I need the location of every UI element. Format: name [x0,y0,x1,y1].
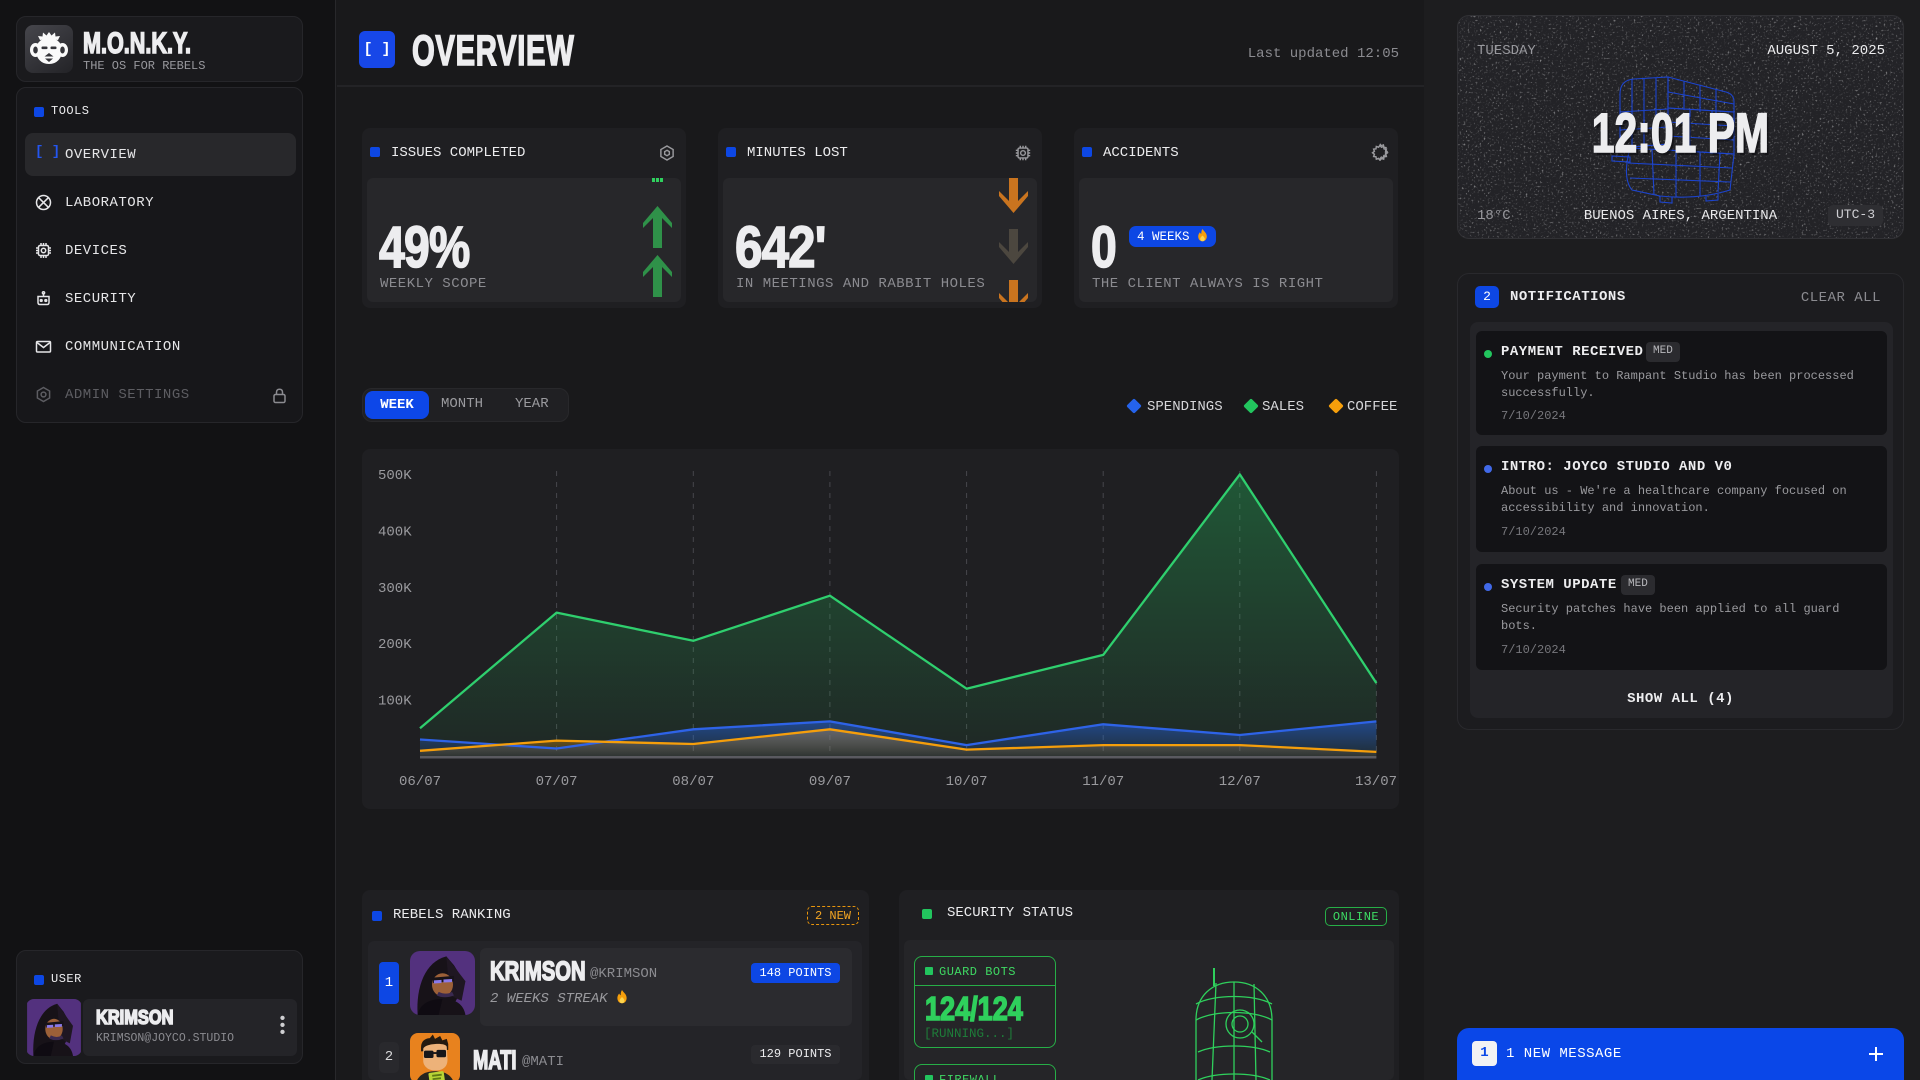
svg-text:08/07: 08/07 [672,774,714,790]
svg-text:07/07: 07/07 [536,774,578,790]
svg-text:200K: 200K [378,637,412,653]
svg-text:11/07: 11/07 [1082,774,1124,790]
svg-text:10/07: 10/07 [946,774,988,790]
svg-text:13/07: 13/07 [1355,774,1397,790]
svg-text:500K: 500K [378,468,412,484]
svg-text:300K: 300K [378,581,412,597]
svg-text:400K: 400K [378,524,412,540]
svg-text:09/07: 09/07 [809,774,851,790]
svg-text:06/07: 06/07 [399,774,441,790]
svg-text:100K: 100K [378,694,412,710]
svg-text:12/07: 12/07 [1219,774,1261,790]
